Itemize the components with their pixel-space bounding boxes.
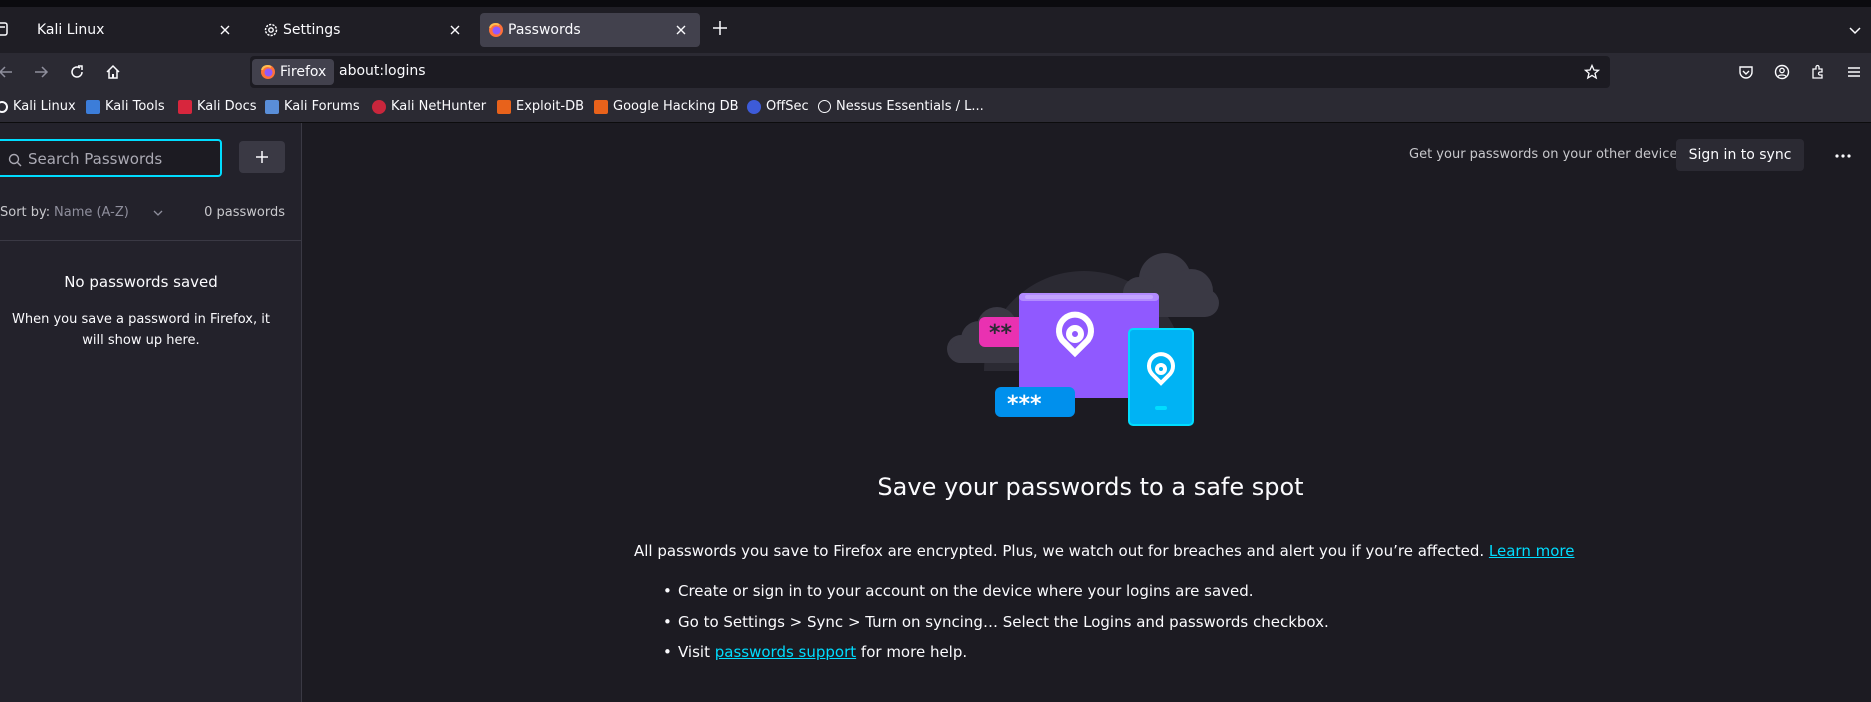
ghdb-icon bbox=[594, 99, 608, 114]
tab-label: Settings bbox=[283, 22, 341, 38]
url-bar[interactable]: Firefox about:logins bbox=[250, 56, 1610, 88]
bookmarks-toolbar: Kali Linux Kali Tools Kali Docs Kali For… bbox=[0, 91, 1871, 123]
illustration-stars-1: ** bbox=[989, 321, 1013, 346]
description-text: All passwords you save to Firefox are en… bbox=[634, 542, 1485, 560]
window-top-strip bbox=[0, 0, 1871, 7]
firefox-icon bbox=[260, 64, 276, 80]
list-item: Go to Settings > Sync > Turn on syncing…… bbox=[657, 613, 1329, 644]
sort-label: Sort by: bbox=[0, 205, 51, 220]
bookmark-star-icon[interactable] bbox=[1583, 63, 1601, 80]
bookmark-label: OffSec bbox=[766, 99, 809, 114]
close-icon[interactable] bbox=[672, 21, 690, 39]
kali-tools-icon bbox=[86, 99, 100, 114]
plus-icon bbox=[256, 151, 268, 163]
tab-list-icon[interactable] bbox=[0, 21, 10, 37]
passwords-illustration: ** *** bbox=[947, 253, 1219, 426]
step-text: Create or sign in to your account on the… bbox=[678, 582, 1254, 600]
home-icon[interactable] bbox=[105, 64, 121, 80]
step-text-prefix: Visit bbox=[678, 643, 710, 661]
tab-passwords[interactable]: Passwords bbox=[480, 13, 700, 47]
nethunter-icon bbox=[372, 99, 386, 114]
bookmark-kali-tools[interactable]: Kali Tools bbox=[86, 99, 165, 114]
url-text[interactable]: about:logins bbox=[339, 63, 426, 79]
page-headline: Save your passwords to a safe spot bbox=[877, 473, 1304, 501]
bookmark-kali-nethunter[interactable]: Kali NetHunter bbox=[372, 99, 486, 114]
gear-icon bbox=[263, 22, 279, 38]
pocket-icon[interactable] bbox=[1738, 64, 1754, 80]
learn-more-link[interactable]: Learn more bbox=[1489, 542, 1575, 560]
bookmark-offsec[interactable]: OffSec bbox=[747, 99, 809, 114]
empty-title: No passwords saved bbox=[64, 273, 218, 291]
main-content: Get your passwords on your other devices… bbox=[303, 123, 1871, 702]
identity-label: Firefox bbox=[280, 64, 327, 80]
sort-value: Name (A-Z) bbox=[54, 205, 129, 220]
firefox-icon bbox=[488, 22, 504, 38]
kali-forums-icon bbox=[265, 99, 279, 114]
tab-label: Kali Linux bbox=[37, 22, 105, 38]
back-icon[interactable] bbox=[0, 64, 14, 80]
tab-label: Passwords bbox=[508, 22, 581, 38]
step-text-suffix: for more help. bbox=[860, 643, 968, 661]
intro-description: All passwords you save to Firefox are en… bbox=[634, 542, 1574, 560]
bookmark-label: Kali NetHunter bbox=[391, 99, 487, 114]
bookmark-label: Kali Linux bbox=[13, 99, 76, 114]
bookmark-label: Exploit-DB bbox=[516, 99, 585, 114]
help-steps-list: Create or sign in to your account on the… bbox=[657, 582, 1329, 674]
reload-icon[interactable] bbox=[69, 64, 85, 80]
list-item: Create or sign in to your account on the… bbox=[657, 582, 1329, 613]
close-icon[interactable] bbox=[446, 21, 464, 39]
close-icon[interactable] bbox=[216, 21, 234, 39]
sidebar-divider bbox=[0, 240, 302, 241]
forward-icon[interactable] bbox=[33, 64, 49, 80]
exploit-db-icon bbox=[497, 99, 511, 114]
kali-icon bbox=[0, 100, 8, 113]
bookmark-label: Nessus Essentials / L... bbox=[836, 99, 984, 114]
search-icon bbox=[8, 152, 22, 167]
search-input[interactable]: Search Passwords bbox=[0, 139, 222, 177]
bookmark-label: Kali Forums bbox=[284, 99, 360, 114]
sign-in-to-sync-button[interactable]: Sign in to sync bbox=[1676, 139, 1804, 171]
bookmark-label: Kali Tools bbox=[105, 99, 165, 114]
navigation-toolbar: Firefox about:logins bbox=[0, 53, 1871, 91]
illustration-stars-2: *** bbox=[1007, 392, 1042, 417]
bookmark-label: Google Hacking DB bbox=[613, 99, 739, 114]
add-login-button[interactable] bbox=[239, 141, 285, 173]
more-options-icon[interactable] bbox=[1828, 141, 1858, 171]
globe-icon bbox=[818, 100, 831, 113]
sync-prompt-text: Get your passwords on your other devices bbox=[1409, 147, 1685, 162]
bookmark-exploit-db[interactable]: Exploit-DB bbox=[497, 99, 584, 114]
kali-docs-icon bbox=[178, 99, 192, 114]
chevron-down-icon[interactable] bbox=[1848, 22, 1862, 36]
bookmark-nessus[interactable]: Nessus Essentials / L... bbox=[818, 99, 984, 114]
bookmark-kali-docs[interactable]: Kali Docs bbox=[178, 99, 257, 114]
tab-settings[interactable]: Settings bbox=[252, 13, 474, 47]
sort-select[interactable]: Name (A-Z) bbox=[54, 199, 166, 227]
bookmark-kali-forums[interactable]: Kali Forums bbox=[265, 99, 360, 114]
menu-icon[interactable] bbox=[1846, 64, 1862, 80]
empty-description: When you save a password in Firefox, it … bbox=[12, 312, 270, 348]
bookmark-label: Kali Docs bbox=[197, 99, 257, 114]
list-item: Visit passwords support for more help. bbox=[657, 643, 1329, 674]
tab-bar: Kali Linux Settings Passwords bbox=[0, 7, 1871, 53]
logins-sidebar: Search Passwords Sort by: Name (A-Z) 0 p… bbox=[0, 123, 302, 702]
passwords-support-link[interactable]: passwords support bbox=[715, 643, 856, 661]
extensions-icon[interactable] bbox=[1810, 64, 1826, 80]
step-text: Go to Settings > Sync > Turn on syncing…… bbox=[678, 612, 1329, 631]
bookmark-kali-linux[interactable]: Kali Linux bbox=[0, 99, 76, 114]
search-placeholder: Search Passwords bbox=[28, 150, 163, 168]
chevron-down-icon bbox=[153, 207, 163, 217]
password-count: 0 passwords bbox=[204, 205, 285, 220]
offsec-icon bbox=[747, 99, 761, 114]
account-icon[interactable] bbox=[1774, 64, 1790, 80]
bookmark-google-hacking-db[interactable]: Google Hacking DB bbox=[594, 99, 739, 114]
new-tab-button[interactable] bbox=[712, 20, 730, 38]
tab-kali-linux[interactable]: Kali Linux bbox=[20, 13, 244, 47]
identity-box[interactable]: Firefox bbox=[252, 59, 335, 85]
